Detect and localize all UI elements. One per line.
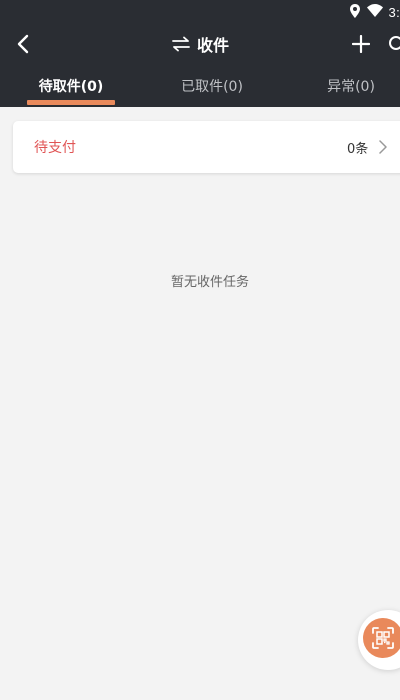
status-bar: 3: — [0, 0, 400, 24]
scan-button[interactable] — [363, 618, 400, 658]
status-time: 3: — [388, 4, 400, 20]
search-button[interactable] — [385, 30, 400, 58]
pending-payment-count: 0条 — [347, 141, 369, 157]
chevron-right-icon — [379, 140, 387, 154]
plus-icon — [352, 35, 370, 53]
add-button[interactable] — [347, 30, 375, 58]
pending-payment-row[interactable]: 待支付 0条 — [13, 121, 400, 173]
tab-picked-up[interactable]: 已取件(0) — [166, 64, 258, 107]
back-chevron-icon — [17, 34, 29, 54]
pending-payment-label: 待支付 — [34, 140, 76, 156]
location-icon — [349, 3, 361, 21]
page-title: 收件 — [196, 36, 229, 55]
active-tab-indicator — [27, 100, 115, 105]
swap-arrows-icon[interactable] — [171, 36, 191, 52]
header-panel: 3: 收件 待取件(0) 已取件(0) 异常(0) — [0, 0, 400, 107]
title-group: 收件 — [0, 24, 400, 64]
status-icons: 3: — [349, 3, 400, 21]
wifi-icon — [366, 4, 383, 20]
scan-qr-icon — [372, 627, 394, 649]
tab-exception[interactable]: 异常(0) — [312, 64, 390, 107]
app-bar: 收件 — [0, 24, 400, 64]
search-icon — [389, 36, 400, 50]
empty-state-message: 暂无收件任务 — [170, 275, 249, 290]
back-button[interactable] — [9, 30, 37, 58]
